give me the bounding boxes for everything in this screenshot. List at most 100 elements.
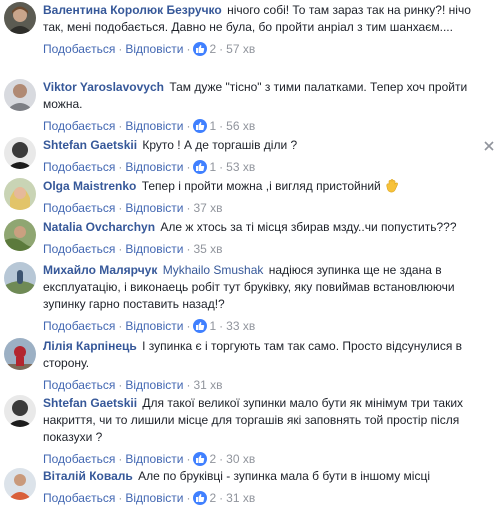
comment-actions: Подобається · Відповісти · 1 · 53 хв	[43, 158, 479, 176]
reply-link[interactable]: Відповісти	[125, 378, 183, 392]
comment-author[interactable]: Віталій Коваль	[43, 469, 133, 483]
comment-text-block: Shtefan Gaetskii Круто ! А де торгашів д…	[43, 137, 479, 154]
waving-hand-emoji	[386, 178, 399, 193]
separator: ·	[118, 491, 123, 505]
separator: ·	[118, 242, 123, 256]
comment-author[interactable]: Михайло Малярчук	[43, 263, 157, 277]
timestamp[interactable]: 33 хв	[226, 319, 255, 333]
like-count[interactable]: 2	[209, 452, 216, 466]
comment-text-block: Віталій Коваль Але по бруківці - зупинка…	[43, 468, 479, 485]
comment-text-block: Лілія Карпінець І зупинка є і торгують т…	[43, 338, 479, 372]
separator: ·	[186, 378, 191, 392]
reply-link[interactable]: Відповісти	[125, 42, 183, 56]
separator: ·	[186, 119, 191, 133]
avatar[interactable]	[4, 219, 36, 251]
comment-text-block: Михайло Малярчук Mykhailo Smushak надіюс…	[43, 262, 479, 313]
comment-text-block: Shtefan Gaetskii Для такої великої зупин…	[43, 395, 479, 446]
separator: ·	[219, 42, 224, 56]
avatar[interactable]	[4, 178, 36, 210]
timestamp[interactable]: 31 хв	[193, 378, 222, 392]
like-count[interactable]: 1	[209, 319, 216, 333]
comment-text: Але по бруківці - зупинка мала б бути в …	[138, 469, 431, 483]
comment-actions: Подобається · Відповісти · 2 · 30 хв	[43, 450, 479, 468]
comment-author[interactable]: Валентина Королюк Безручко	[43, 3, 222, 17]
comment-actions: Подобається · Відповісти · 2 · 31 хв	[43, 489, 479, 507]
like-link[interactable]: Подобається	[43, 201, 115, 215]
separator: ·	[186, 42, 191, 56]
like-link[interactable]: Подобається	[43, 378, 115, 392]
timestamp[interactable]: 35 хв	[193, 242, 222, 256]
reply-link[interactable]: Відповісти	[125, 119, 183, 133]
comment-author[interactable]: Natalia Ovcharchyn	[43, 220, 155, 234]
thumbs-up-icon[interactable]	[193, 42, 208, 56]
like-count[interactable]: 2	[209, 42, 216, 56]
separator: ·	[118, 319, 123, 333]
like-count[interactable]: 1	[209, 160, 216, 174]
like-link[interactable]: Подобається	[43, 319, 115, 333]
separator: ·	[118, 378, 123, 392]
comment-author[interactable]: Лілія Карпінець	[43, 339, 137, 353]
comment-text-block: Olga Maistrenko Тепер і пройти можна ,і …	[43, 178, 479, 195]
comment-text-block: Валентина Королюк Безручко нічого собі! …	[43, 2, 479, 36]
comment-text: Але ж хтось за ті місця збирав мзду..чи …	[160, 220, 457, 234]
avatar[interactable]	[4, 262, 36, 294]
comment-text-block: Viktor Yaroslavovych Там дуже "тісно" з …	[43, 79, 479, 113]
comment-text: Круто ! А де торгашів діли ?	[142, 138, 298, 152]
timestamp[interactable]: 30 хв	[226, 452, 255, 466]
like-count[interactable]: 1	[209, 119, 216, 133]
comment-actions: Подобається · Відповісти · 1 · 33 хв	[43, 317, 479, 335]
like-link[interactable]: Подобається	[43, 160, 115, 174]
like-link[interactable]: Подобається	[43, 42, 115, 56]
timestamp[interactable]: 37 хв	[193, 201, 222, 215]
reply-link[interactable]: Відповісти	[125, 160, 183, 174]
separator: ·	[118, 42, 123, 56]
thumbs-up-icon[interactable]	[193, 160, 208, 174]
comment-author[interactable]: Shtefan Gaetskii	[43, 138, 137, 152]
separator: ·	[118, 201, 123, 215]
avatar[interactable]	[4, 2, 36, 34]
avatar[interactable]	[4, 137, 36, 169]
reply-link[interactable]: Відповісти	[125, 452, 183, 466]
comment-actions: Подобається · Відповісти · 31 хв	[43, 376, 479, 394]
separator: ·	[186, 319, 191, 333]
timestamp[interactable]: 53 хв	[226, 160, 255, 174]
thumbs-up-icon[interactable]	[193, 319, 208, 333]
mention-link[interactable]: Mykhailo Smushak	[163, 263, 264, 277]
thumbs-up-icon[interactable]	[193, 452, 208, 466]
comment-text-block: Natalia Ovcharchyn Але ж хтось за ті міс…	[43, 219, 479, 236]
reply-link[interactable]: Відповісти	[125, 491, 183, 505]
separator: ·	[118, 452, 123, 466]
comment-actions: Подобається · Відповісти · 2 · 57 хв	[43, 40, 479, 58]
separator: ·	[186, 242, 191, 256]
reply-link[interactable]: Відповісти	[125, 319, 183, 333]
thumbs-up-icon[interactable]	[193, 119, 208, 133]
separator: ·	[219, 160, 224, 174]
like-link[interactable]: Подобається	[43, 119, 115, 133]
separator: ·	[186, 452, 191, 466]
comment-actions: Подобається · Відповісти · 37 хв	[43, 199, 479, 217]
like-count[interactable]: 2	[209, 491, 216, 505]
avatar[interactable]	[4, 338, 36, 370]
comment-author[interactable]: Shtefan Gaetskii	[43, 396, 137, 410]
comment-author[interactable]: Olga Maistrenko	[43, 179, 136, 193]
timestamp[interactable]: 31 хв	[226, 491, 255, 505]
avatar[interactable]	[4, 395, 36, 427]
separator: ·	[186, 201, 191, 215]
like-link[interactable]: Подобається	[43, 452, 115, 466]
reply-link[interactable]: Відповісти	[125, 201, 183, 215]
timestamp[interactable]: 57 хв	[226, 42, 255, 56]
separator: ·	[186, 491, 191, 505]
close-icon[interactable]	[483, 140, 495, 152]
reply-link[interactable]: Відповісти	[125, 242, 183, 256]
comment-author[interactable]: Viktor Yaroslavovych	[43, 80, 164, 94]
like-link[interactable]: Подобається	[43, 242, 115, 256]
thumbs-up-icon[interactable]	[193, 491, 208, 505]
separator: ·	[118, 160, 123, 174]
like-link[interactable]: Подобається	[43, 491, 115, 505]
comment-actions: Подобається · Відповісти · 1 · 56 хв	[43, 117, 479, 135]
separator: ·	[219, 319, 224, 333]
avatar[interactable]	[4, 468, 36, 500]
timestamp[interactable]: 56 хв	[226, 119, 255, 133]
avatar[interactable]	[4, 79, 36, 111]
comment-actions: Подобається · Відповісти · 35 хв	[43, 240, 479, 258]
